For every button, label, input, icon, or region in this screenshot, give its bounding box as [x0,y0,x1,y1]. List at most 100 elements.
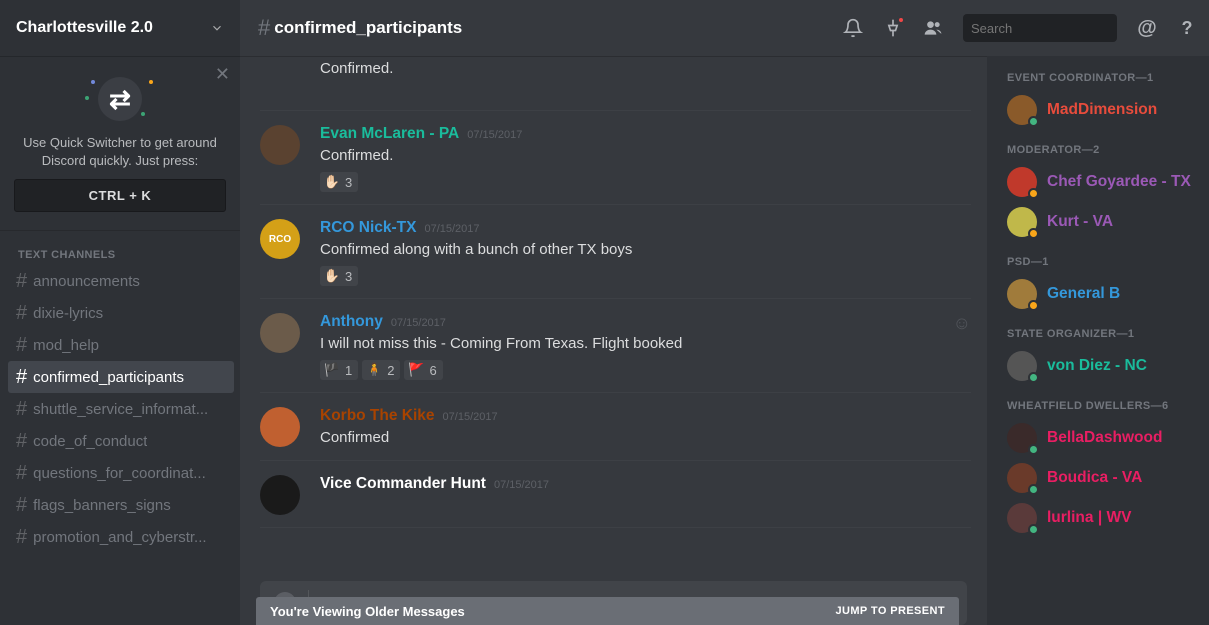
member[interactable]: BellaDashwood [1001,418,1199,458]
avatar [1007,167,1037,197]
quick-switcher-key[interactable]: CTRL + K [14,179,226,212]
reaction[interactable]: ✋🏻3 [320,266,358,286]
member[interactable]: MadDimension [1001,90,1199,130]
member-name: General B [1047,285,1120,303]
avatar [1007,279,1037,309]
message-timestamp: 07/15/2017 [391,317,446,329]
avatar [1007,463,1037,493]
status-dot [1028,484,1039,495]
message: Korbo The Kike 07/15/2017 Confirmed [260,393,971,461]
channel-questions_for_coordinat[interactable]: # questions_for_coordinat... [8,457,234,489]
message: Vice Commander Hunt07/15/2017 [260,461,971,528]
avatar [1007,95,1037,125]
message-content: Confirmed. [320,145,971,166]
mentions-icon[interactable]: @ [1137,18,1157,38]
hash-icon: # [16,526,27,549]
reaction-count: 6 [429,363,436,378]
channel-promotion_and_cyberstr[interactable]: #promotion_and_cyberstr... [8,521,234,553]
message-author[interactable]: RCO Nick-TX [320,219,416,237]
reaction-count: 3 [345,269,352,284]
pinned-icon[interactable] [883,18,903,38]
channel-dixie-lyrics[interactable]: #dixie-lyrics [8,297,234,329]
member[interactable]: von Diez - NC [1001,346,1199,386]
reaction[interactable]: 🧍2 [362,360,400,380]
jump-to-present-button[interactable]: JUMP TO PRESENT [835,605,945,617]
avatar[interactable] [260,475,300,515]
avatar [1007,207,1037,237]
channel-confirmed_participants[interactable]: #confirmed_participants [8,361,234,393]
avatar [1007,423,1037,453]
member-name: BellaDashwood [1047,429,1162,447]
status-dot [1028,116,1039,127]
channel-sidebar: Charlottesville 2.0 ✕ ⇄ Use Quick Switch… [0,0,240,625]
hash-icon: # [16,302,27,325]
role-header: MODERATOR—2 [1007,144,1199,156]
bell-icon[interactable] [843,18,863,38]
older-messages-bar[interactable]: You're Viewing Older Messages JUMP TO PR… [256,597,959,625]
channel-list: TEXT CHANNELS #announcements#dixie-lyric… [0,231,240,625]
channel-shuttle_service_informat[interactable]: # shuttle_service_informat... [8,393,234,425]
reaction[interactable]: ✋🏻3 [320,172,358,192]
role-header: WHEATFIELD DWELLERS—6 [1007,400,1199,412]
search-box[interactable] [963,14,1117,42]
channel-label: code_of_conduct [33,433,147,450]
channel-label: mod_help [33,337,99,354]
member[interactable]: Boudica - VA [1001,458,1199,498]
hash-icon: # [16,366,27,389]
channel-label: questions_for_coordinat... [33,465,206,482]
message-author[interactable]: Korbo The Kike [320,407,435,425]
channel-label: shuttle_service_informat... [33,401,208,418]
member[interactable]: Kurt - VA [1001,202,1199,242]
role-header: EVENT COORDINATOR—1 [1007,72,1199,84]
channel-announcements[interactable]: #announcements [8,265,234,297]
avatar[interactable] [260,407,300,447]
member[interactable]: Chef Goyardee - TX [1001,162,1199,202]
hash-icon: # [258,15,270,41]
status-dot [1028,188,1039,199]
message-author[interactable]: Vice Commander Hunt [320,475,486,493]
message-content: Confirmed. [320,58,971,79]
add-reaction-button[interactable]: ☺ [953,313,971,334]
message-timestamp: 07/15/2017 [443,411,498,423]
member-name: lurlina | WV [1047,509,1131,527]
member[interactable]: lurlina | WV [1001,498,1199,538]
older-messages-text: You're Viewing Older Messages [270,604,465,619]
hash-icon: # [16,462,27,485]
members-icon[interactable] [923,18,943,38]
member[interactable]: General B [1001,274,1199,314]
avatar[interactable]: RCO [260,219,300,259]
hash-icon: # [16,270,27,293]
reaction[interactable]: 🚩6 [404,360,442,380]
message-list[interactable]: Confirmed. Evan McLaren - PA 07/15/2017 Con… [240,56,987,571]
channel-title-text: confirmed_participants [274,18,462,38]
main-panel: # confirmed_participants @ ? Confi [240,0,1209,625]
top-bar: # confirmed_participants @ ? [240,0,1209,56]
reaction-emoji: 🧍 [366,362,382,378]
channel-flags_banners_signs[interactable]: #flags_banners_signs [8,489,234,521]
reaction-emoji: 🏴 [324,362,340,378]
message-content: I will not miss this - Coming From Texas… [320,333,953,354]
quick-switcher-panel: ✕ ⇄ Use Quick Switcher to get around Dis… [0,56,240,231]
channel-mod_help[interactable]: #mod_help [8,329,234,361]
status-dot [1028,372,1039,383]
chevron-down-icon [210,21,224,35]
channel-title: # confirmed_participants [258,15,462,41]
close-icon[interactable]: ✕ [215,64,230,85]
hash-icon: # [16,398,27,421]
message-timestamp: 07/15/2017 [467,129,522,141]
status-dot [1028,228,1039,239]
server-dropdown[interactable]: Charlottesville 2.0 [0,0,240,56]
message-content: Confirmed [320,427,971,448]
avatar[interactable] [260,313,300,353]
hash-icon: # [16,430,27,453]
help-icon[interactable]: ? [1177,18,1197,38]
server-name: Charlottesville 2.0 [16,19,153,37]
search-input[interactable] [971,21,1147,36]
avatar[interactable] [260,125,300,165]
channel-label: flags_banners_signs [33,497,171,514]
channel-code_of_conduct[interactable]: # code_of_conduct [8,425,234,457]
reaction[interactable]: 🏴1 [320,360,358,380]
message-author[interactable]: Anthony [320,313,383,331]
message-author[interactable]: Evan McLaren - PA [320,125,459,143]
reaction-count: 3 [345,175,352,190]
